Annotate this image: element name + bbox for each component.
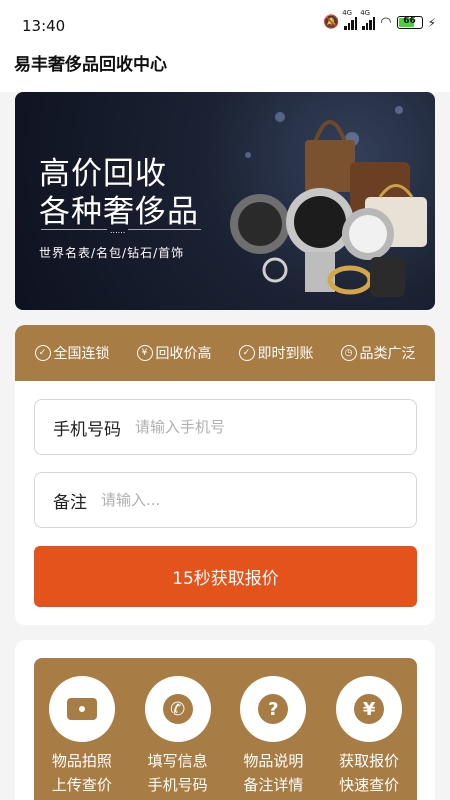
promo-banner[interactable]: 高价回收 各种奢侈品 ...... 世界名表/名包/钻石/首饰 [15,92,435,310]
battery-level: 66 [403,16,416,26]
signal-icon-2: 4G [360,9,376,30]
yen-icon: ¥ [354,694,385,724]
get-quote-button[interactable]: 15秒获取报价 [34,546,417,607]
check-circle-icon: ✓ [238,345,255,361]
feature-item: ✓ 即时到账 [238,343,314,363]
banner-dots: ...... [107,226,129,235]
shield-check-icon: ✓ [34,345,51,361]
step-title: 物品拍照 [51,752,112,770]
step-icon-circle: ✆ [144,676,211,742]
phone-input[interactable] [135,418,355,436]
phone-label: 手机号码 [53,419,121,440]
feature-item: ¥ 回收价高 [136,343,212,363]
question-icon: ? [258,694,289,724]
features-bar: ✓ 全国连锁 ¥ 回收价高 ✓ 即时到账 ◷ 品类广泛 [15,325,435,381]
step-title: 填写信息 [147,752,208,770]
phone-icon: ✆ [162,694,193,724]
step-icon-circle [48,676,115,742]
step-icon-circle: ? [240,676,307,742]
step-subtitle: 手机号码 [147,776,208,794]
step-subtitle: 备注详情 [243,776,304,794]
charging-icon: ⚡ [427,15,436,30]
feature-label: 即时到账 [257,346,314,362]
quote-form-card: ✓ 全国连锁 ¥ 回收价高 ✓ 即时到账 ◷ 品类广泛 手机号码 备注 15秒获… [15,325,435,625]
step-title: 物品说明 [243,752,304,770]
step-item[interactable]: ✆ 填写信息 手机号码 [138,676,218,800]
battery-icon: 66 [396,16,423,29]
process-steps: 物品拍照 上传查价 ✆ 填写信息 手机号码 ? 物品说明 备注详情 ¥ 获取报价… [34,658,417,800]
camera-icon [66,698,97,720]
feature-item: ◷ 品类广泛 [340,343,416,363]
step-subtitle: 快速查价 [339,776,400,794]
feature-item: ✓ 全国连锁 [34,343,110,363]
feature-label: 回收价高 [155,346,212,362]
page-title: 易丰奢侈品回收中心 [14,55,167,75]
banner-headline-2: 各种奢侈品 [39,194,199,230]
yen-icon: ¥ [136,345,153,361]
status-bar: 13:40 🔕 4G 4G ◠ 66 ⚡ [0,0,450,50]
feature-label: 全国连锁 [53,346,110,362]
luxury-goods-illustration [230,120,427,297]
status-icons: 🔕 4G 4G ◠ 66 ⚡ [323,9,436,31]
note-label: 备注 [53,492,87,513]
status-time: 13:40 [22,17,66,35]
banner-tags: 世界名表/名包/钻石/首饰 [39,246,185,260]
watch-icon: ◷ [340,345,357,361]
note-field[interactable]: 备注 [34,472,417,528]
step-item[interactable]: ? 物品说明 备注详情 [233,676,313,800]
feature-label: 品类广泛 [359,346,416,362]
signal-icon-1: 4G [342,9,358,30]
step-title: 获取报价 [339,752,400,770]
bell-muted-icon: 🔕 [323,15,340,30]
step-item[interactable]: 物品拍照 上传查价 [42,676,122,800]
wifi-icon: ◠ [380,15,392,30]
process-card: 物品拍照 上传查价 ✆ 填写信息 手机号码 ? 物品说明 备注详情 ¥ 获取报价… [15,640,435,800]
step-icon-circle: ¥ [336,676,403,742]
phone-field[interactable]: 手机号码 [34,399,417,455]
step-item[interactable]: ¥ 获取报价 快速查价 [329,676,409,800]
note-input[interactable] [101,491,321,509]
step-subtitle: 上传查价 [51,776,112,794]
